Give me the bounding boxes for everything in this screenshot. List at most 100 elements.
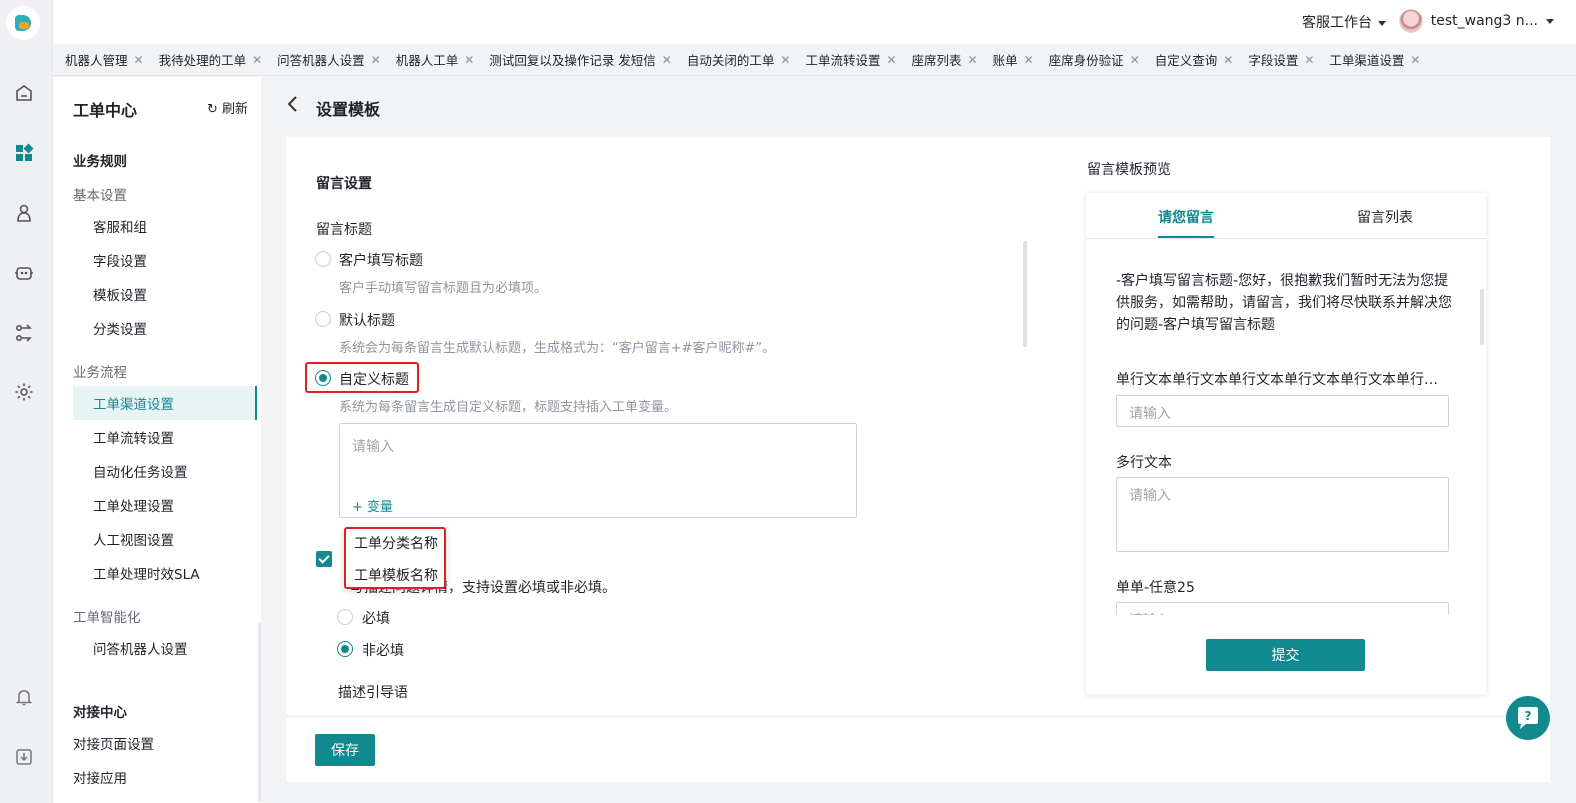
sidebar-item-automation[interactable]: 自动化任务设置: [73, 454, 257, 488]
tab-1[interactable]: 我待处理的工单 ✕: [159, 50, 263, 69]
option-default-title[interactable]: 默认标题: [339, 310, 395, 330]
sidebar-scrollbar[interactable]: [258, 622, 261, 802]
form-scrollbar[interactable]: [1023, 241, 1027, 347]
chevron-down-icon: [1546, 18, 1554, 24]
help-chat-icon[interactable]: ?: [1506, 696, 1550, 740]
user-menu[interactable]: test_wang3 n...: [1398, 9, 1554, 33]
description-checkbox[interactable]: [316, 551, 332, 567]
sidebar-item-connect-page[interactable]: 对接页面设置: [73, 726, 257, 760]
close-icon[interactable]: ✕: [464, 53, 474, 67]
close-icon[interactable]: ✕: [886, 53, 896, 67]
sub-business-flow: 业务流程: [73, 365, 127, 381]
close-icon[interactable]: ✕: [1130, 53, 1140, 67]
sidebar-item-qa-robot[interactable]: 问答机器人设置: [73, 631, 257, 665]
back-arrow-icon[interactable]: [287, 95, 299, 118]
option-custom-title[interactable]: 自定义标题: [339, 369, 409, 389]
submit-button[interactable]: 提交: [1206, 639, 1365, 671]
close-icon[interactable]: ✕: [1223, 53, 1233, 67]
textarea-placeholder: 请输入: [352, 439, 394, 455]
tab-9[interactable]: 座席身份验证 ✕: [1049, 50, 1140, 69]
close-icon[interactable]: ✕: [134, 53, 144, 67]
close-icon[interactable]: ✕: [252, 53, 262, 67]
preview-field1-label: 单行文本单行文本单行文本单行文本单行文本单行文...: [1116, 372, 1451, 388]
sidebar-item-categories[interactable]: 分类设置: [73, 311, 257, 345]
preview-card: 请您留言 留言列表 -客户填写留言标题-您好，很抱歉我们暂时无法为您提供服务，如…: [1086, 193, 1486, 694]
dropdown-item-category-name[interactable]: 工单分类名称: [354, 533, 438, 553]
radio-not-required[interactable]: [337, 641, 353, 657]
workspace-label: 客服工作台: [1302, 15, 1372, 31]
page-tabs: 机器人管理 ✕ 我待处理的工单 ✕ 问答机器人设置 ✕ 机器人工单 ✕ 测试回复以及操作…: [53, 44, 1576, 76]
active-tab-indicator: [1158, 236, 1214, 238]
page-title: 设置模板: [316, 100, 381, 119]
save-button[interactable]: 保存: [315, 734, 375, 766]
settings-icon[interactable]: [13, 381, 35, 403]
preview-tabs: 请您留言 留言列表: [1086, 193, 1486, 239]
close-icon[interactable]: ✕: [1410, 53, 1420, 67]
tab-5[interactable]: 自动关闭的工单 ✕: [687, 50, 791, 69]
close-icon[interactable]: ✕: [371, 53, 381, 67]
option-custom-title-hint: 系统为每条留言生成自定义标题，标题支持插入工单变量。: [339, 400, 678, 415]
radio-default-title[interactable]: [315, 311, 331, 327]
sidebar-item-sla[interactable]: 工单处理时效SLA: [73, 556, 257, 590]
group-business-rules: 业务规则: [73, 154, 127, 170]
sidebar-item-templates[interactable]: 模板设置: [73, 277, 257, 311]
tab-7[interactable]: 座席列表 ✕: [912, 50, 978, 69]
sidebar-item-channel-settings[interactable]: 工单渠道设置: [73, 386, 257, 420]
radio-customer-title[interactable]: [315, 251, 331, 267]
customer-icon[interactable]: [13, 202, 35, 224]
preview-field2-textarea[interactable]: 请输入: [1116, 477, 1449, 552]
radio-custom-title[interactable]: [315, 370, 331, 386]
group-connect-center: 对接中心: [73, 705, 127, 721]
refresh-button[interactable]: ↻ 刷新: [207, 98, 248, 117]
sidebar-item-fields[interactable]: 字段设置: [73, 243, 257, 277]
option-customer-title[interactable]: 客户填写标题: [339, 250, 423, 270]
tab-0[interactable]: 机器人管理 ✕: [65, 50, 144, 69]
tab-2[interactable]: 问答机器人设置 ✕: [277, 50, 381, 69]
option-customer-title-hint: 客户手动填写留言标题且为必填项。: [339, 281, 548, 296]
app-logo[interactable]: [6, 6, 40, 40]
tab-3[interactable]: 机器人工单 ✕: [396, 50, 475, 69]
tab-leave-message[interactable]: 请您留言: [1158, 207, 1214, 227]
sidebar-item-connect-apps[interactable]: 对接应用: [73, 760, 257, 794]
tab-12[interactable]: 工单渠道设置 ✕: [1329, 50, 1420, 69]
tab-message-list[interactable]: 留言列表: [1357, 207, 1413, 227]
tab-8[interactable]: 账单 ✕: [993, 50, 1034, 69]
preview-field1-input[interactable]: 请输入: [1116, 395, 1449, 427]
close-icon[interactable]: ✕: [662, 53, 672, 67]
sidebar-item-transfer-settings[interactable]: 工单流转设置: [73, 420, 257, 454]
close-icon[interactable]: ✕: [1024, 53, 1034, 67]
sidebar-item-processing[interactable]: 工单处理设置: [73, 488, 257, 522]
user-name: test_wang3 n...: [1430, 13, 1538, 29]
close-icon[interactable]: ✕: [968, 53, 978, 67]
preview-field3-input[interactable]: 请输入: [1116, 602, 1449, 615]
icon-rail: [0, 0, 53, 803]
download-icon[interactable]: [13, 746, 35, 768]
bell-icon[interactable]: [13, 686, 35, 708]
preview-scrollbar[interactable]: [1480, 289, 1484, 345]
option-required[interactable]: 必填: [362, 608, 390, 628]
apps-icon[interactable]: [13, 142, 35, 164]
sidebar-item-views[interactable]: 人工视图设置: [73, 522, 257, 556]
flow-icon[interactable]: [13, 322, 35, 344]
top-bar: 客服工作台 test_wang3 n...: [53, 0, 1576, 44]
radio-required[interactable]: [337, 609, 353, 625]
preview-form: -客户填写留言标题-您好，很抱歉我们暂时无法为您提供服务，如需帮助，请留言，我们…: [1086, 239, 1486, 615]
close-icon[interactable]: ✕: [1304, 53, 1314, 67]
custom-title-textarea[interactable]: 请输入 + 变量: [339, 423, 857, 518]
sub-ai: 工单智能化: [73, 610, 141, 626]
workspace-switcher[interactable]: 客服工作台: [1302, 12, 1386, 32]
close-icon[interactable]: ✕: [780, 53, 790, 67]
tab-10[interactable]: 自定义查询 ✕: [1155, 50, 1234, 69]
tab-11[interactable]: 字段设置 ✕: [1248, 50, 1314, 69]
insert-variable-button[interactable]: + 变量: [352, 496, 393, 515]
dropdown-item-template-name[interactable]: 工单模板名称: [354, 565, 438, 585]
tab-6[interactable]: 工单流转设置 ✕: [805, 50, 896, 69]
option-not-required[interactable]: 非必填: [362, 640, 404, 660]
home-icon[interactable]: [13, 82, 35, 104]
robot-icon[interactable]: [13, 262, 35, 284]
sidebar-title: 工单中心: [73, 101, 138, 120]
refresh-icon: ↻: [206, 102, 218, 117]
footer-bar: 保存: [286, 718, 1550, 782]
sidebar-item-agents-groups[interactable]: 客服和组: [73, 209, 257, 243]
tab-4[interactable]: 测试回复以及操作记录 发短信 ✕: [489, 50, 672, 69]
